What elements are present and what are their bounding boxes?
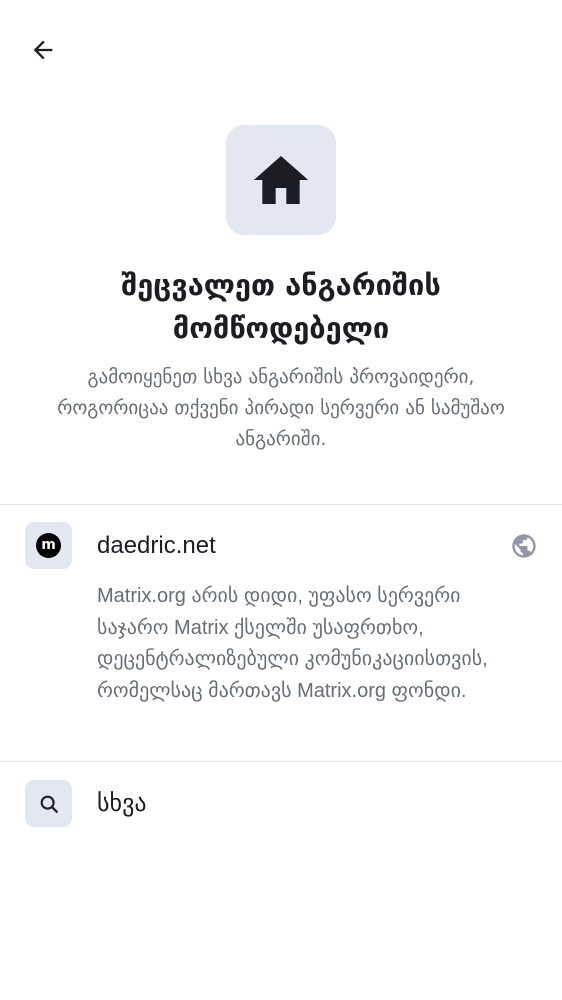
back-button[interactable] (19, 26, 67, 74)
page-title: შეცვალეთ ანგარიშის მომწოდებელი (121, 268, 441, 345)
other-server-option[interactable]: სხვა (0, 762, 562, 846)
globe-icon (512, 534, 536, 558)
server-name: daedric.net (97, 532, 216, 559)
page-subtitle: გამოიყენეთ სხვა ანგარიშის პროვაიდერი, რო… (57, 366, 505, 450)
search-icon-tile (25, 780, 72, 827)
home-icon-tile (226, 125, 336, 235)
matrix-logo-icon: m (36, 533, 61, 558)
other-label: სხვა (97, 790, 147, 817)
home-icon (253, 156, 309, 204)
server-description: Matrix.org არის დიდი, უფასო სერვერი საჯა… (97, 585, 488, 702)
server-option-daedric[interactable]: m daedric.net Matrix.org არის დიდი, უფას… (0, 505, 562, 761)
server-icon-tile: m (25, 522, 72, 569)
search-icon (40, 795, 58, 813)
arrow-left-icon (33, 40, 53, 60)
